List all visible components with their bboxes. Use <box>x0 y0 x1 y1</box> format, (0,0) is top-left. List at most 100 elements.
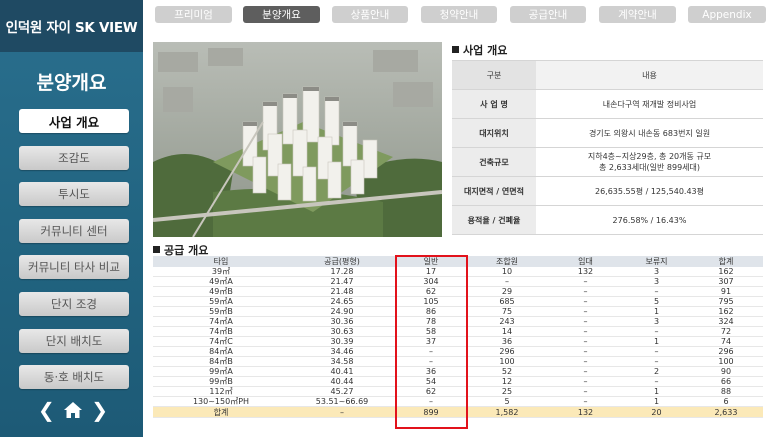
overview-value-line: 총 2,633세대(일반 899세대) <box>598 163 701 172</box>
tab-appendix[interactable]: Appendix <box>688 6 766 23</box>
supply-total-rental: 132 <box>547 406 624 419</box>
supply-cell-member: 10 <box>467 267 547 278</box>
supply-cell-general: 54 <box>395 376 467 388</box>
supply-cell-area: 40.44 <box>289 376 395 388</box>
tab-contract-info[interactable]: 계약안내 <box>599 6 676 23</box>
supply-cell-rental: – <box>547 396 624 408</box>
supply-cell-rental: – <box>547 336 624 348</box>
supply-col-member: 조합원 <box>467 256 547 267</box>
supply-cell-total: 91 <box>689 286 763 298</box>
supply-cell-type: 59㎡A <box>153 296 289 308</box>
supply-cell-reserved: – <box>624 326 689 338</box>
sidebar-item-community-comparison[interactable]: 커뮤니티 타사 비교 <box>19 255 129 280</box>
supply-total-area: – <box>289 406 395 419</box>
tab-supply-info[interactable]: 공급안내 <box>510 6 586 23</box>
supply-cell-rental: – <box>547 306 624 318</box>
supply-row: 49㎡B 21.48 62 29– –91 <box>153 286 763 298</box>
supply-cell-general: – <box>395 356 467 368</box>
supply-cell-type: 74㎡C <box>153 336 289 348</box>
supply-cell-general: 37 <box>395 336 467 348</box>
sidebar-item-birds-eye-view[interactable]: 조감도 <box>19 145 129 170</box>
supply-cell-member: 12 <box>467 376 547 388</box>
supply-total-member: 1,582 <box>467 406 547 419</box>
prev-arrow-icon[interactable]: ❮ <box>38 400 55 420</box>
supply-cell-member: 14 <box>467 326 547 338</box>
supply-row: 74㎡B 30.63 58 14– –72 <box>153 326 763 338</box>
home-icon[interactable] <box>63 401 83 419</box>
supply-col-rental: 임대 <box>547 256 624 267</box>
supply-row: 39㎡ 17.28 17 10 132 3 162 <box>153 267 763 278</box>
sidebar-item-site-plan[interactable]: 단지 배치도 <box>19 328 129 353</box>
supply-cell-rental: – <box>547 386 624 398</box>
supply-cell-rental: – <box>547 286 624 298</box>
supply-row: 59㎡B 24.90 86 75–1 162 <box>153 306 763 318</box>
sidebar-item-landscaping[interactable]: 단지 조경 <box>19 291 129 316</box>
tab-sales-overview[interactable]: 분양개요 <box>243 6 320 23</box>
supply-cell-rental: – <box>547 296 624 308</box>
overview-label: 대지면적 / 연면적 <box>452 176 536 206</box>
supply-cell-member: 100 <box>467 356 547 368</box>
supply-cell-area: 34.58 <box>289 356 395 368</box>
supply-cell-general: 36 <box>395 366 467 378</box>
next-arrow-icon[interactable]: ❯ <box>91 400 108 420</box>
tab-product-info[interactable]: 상품안내 <box>332 6 408 23</box>
supply-row: 130~150㎡PH 53.51~66.69–5–1 6 <box>153 396 763 408</box>
supply-cell-general: 105 <box>395 296 467 308</box>
overview-value: 내손다구역 재개발 정비사업 <box>536 89 763 119</box>
supply-cell-reserved: 1 <box>624 336 689 348</box>
supply-total-row: 합계 –899 1,582 132 20 2,633 <box>153 406 763 419</box>
supply-cell-total: 90 <box>689 366 763 378</box>
overview-value-line: 지하4층~지상29층, 총 20개동 규모 <box>587 152 712 161</box>
overview-label: 건축규모 <box>452 147 536 177</box>
supply-row: 112㎡ 45.27 62 25–1 88 <box>153 386 763 398</box>
supply-cell-type: 99㎡A <box>153 366 289 378</box>
supply-cell-total: 6 <box>689 396 763 408</box>
overview-label: 용적율 / 건폐율 <box>452 205 536 235</box>
overview-label: 대지위치 <box>452 118 536 148</box>
supply-cell-total: 66 <box>689 376 763 388</box>
supply-row: 59㎡A 24.65 105 685–5 795 <box>153 296 763 308</box>
site-title: 인덕원 자이 SK VIEW <box>0 0 143 52</box>
supply-cell-member: 29 <box>467 286 547 298</box>
supply-cell-type: 49㎡B <box>153 286 289 298</box>
overview-value: 26,635.55평 / 125,540.43평 <box>536 176 763 206</box>
supply-cell-general: – <box>395 346 467 358</box>
supply-cell-total: 795 <box>689 296 763 308</box>
supply-cell-area: 17.28 <box>289 267 395 278</box>
sidebar-item-perspective[interactable]: 투시도 <box>19 182 129 207</box>
supply-cell-reserved: 1 <box>624 386 689 398</box>
supply-cell-general: 62 <box>395 386 467 398</box>
overview-label: 사 업 명 <box>452 89 536 119</box>
supply-cell-reserved: 3 <box>624 276 689 288</box>
supply-cell-member: – <box>467 276 547 288</box>
supply-col-reserved: 보류지 <box>624 256 689 267</box>
supply-cell-type: 74㎡B <box>153 326 289 338</box>
sidebar-item-business-overview[interactable]: 사업 개요 <box>19 109 129 133</box>
overview-row: 대지면적 / 연면적 26,635.55평 / 125,540.43평 <box>452 176 763 206</box>
supply-cell-rental: – <box>547 276 624 288</box>
tab-premium[interactable]: 프리미엄 <box>155 6 232 23</box>
supply-cell-rental: 132 <box>547 267 624 278</box>
section-title: 분양개요 <box>36 72 107 94</box>
supply-cell-member: 75 <box>467 306 547 318</box>
supply-cell-type: 49㎡A <box>153 276 289 288</box>
overview-row: 사 업 명 내손다구역 재개발 정비사업 <box>452 89 763 119</box>
supply-cell-reserved: 2 <box>624 366 689 378</box>
supply-cell-type: 39㎡ <box>153 267 289 278</box>
supply-cell-area: 24.65 <box>289 296 395 308</box>
sidebar-item-community-center[interactable]: 커뮤니티 센터 <box>19 218 129 243</box>
supply-total-type: 합계 <box>153 406 289 419</box>
supply-cell-general: – <box>395 396 467 408</box>
sidebar-item-unit-layout[interactable]: 동·호 배치도 <box>19 365 129 390</box>
overview-header-value: 내용 <box>536 60 763 90</box>
supply-cell-total: 88 <box>689 386 763 398</box>
supply-cell-member: 52 <box>467 366 547 378</box>
supply-cell-area: 30.36 <box>289 316 395 328</box>
tab-subscription-info[interactable]: 청약안내 <box>421 6 497 23</box>
supply-cell-member: 296 <box>467 346 547 358</box>
supply-col-type: 타입 <box>153 256 289 267</box>
sidebar-menu: 사업 개요 조감도 투시도 커뮤니티 센터 커뮤니티 타사 비교 단지 조경 단… <box>19 109 129 402</box>
supply-cell-area: 21.47 <box>289 276 395 288</box>
supply-row: 99㎡A 40.41 36 52–2 90 <box>153 366 763 378</box>
supply-cell-rental: – <box>547 376 624 388</box>
